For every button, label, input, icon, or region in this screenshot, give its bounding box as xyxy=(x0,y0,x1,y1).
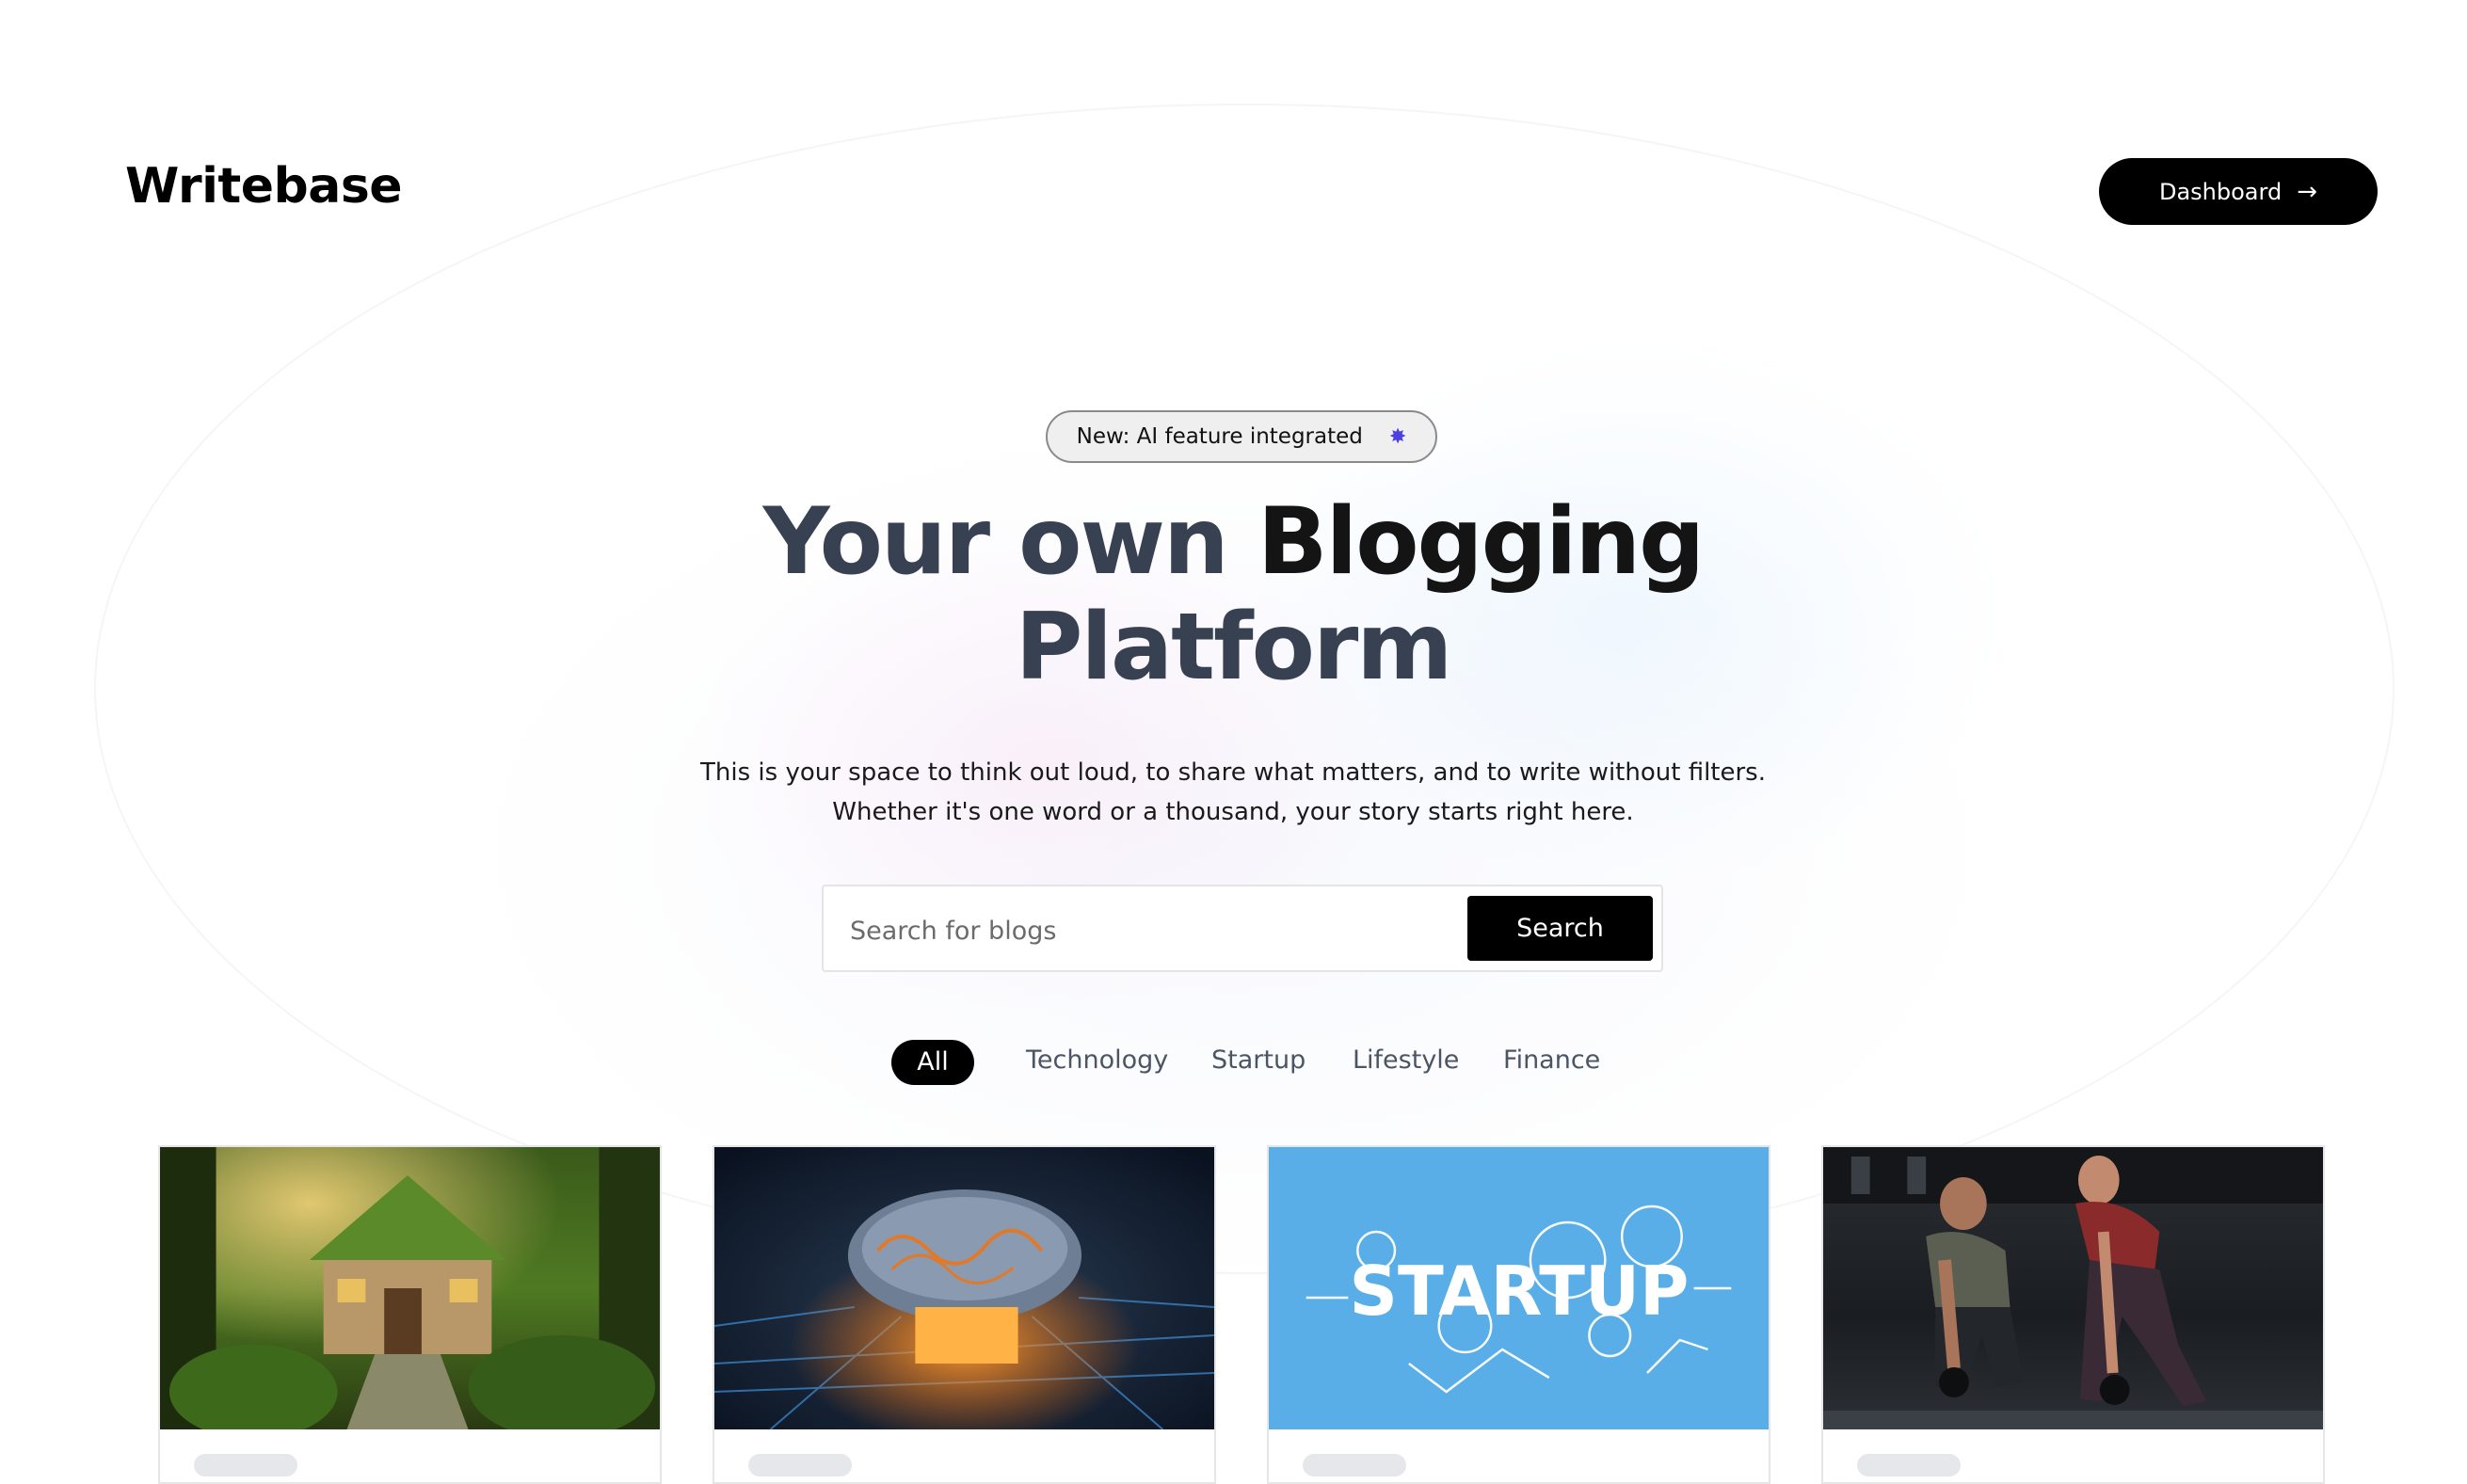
arrow-right-icon: → xyxy=(2297,177,2317,206)
filter-technology[interactable]: Technology xyxy=(1026,1037,1168,1084)
ai-feature-badge[interactable]: New: AI feature integrated ✸ xyxy=(1046,410,1437,463)
blog-card[interactable] xyxy=(1821,1145,2325,1484)
sparkle-icon: ✸ xyxy=(1388,424,1407,449)
circuit-brain-image xyxy=(714,1147,1214,1429)
filter-lifestyle[interactable]: Lifestyle xyxy=(1353,1037,1459,1084)
category-chip xyxy=(748,1454,852,1476)
category-chip xyxy=(1303,1454,1406,1476)
dashboard-button[interactable]: Dashboard → xyxy=(2099,158,2378,225)
blog-card[interactable] xyxy=(713,1145,1216,1484)
search-button[interactable]: Search xyxy=(1467,896,1653,961)
startup-image-text: STARTUP xyxy=(1350,1252,1690,1331)
category-chip xyxy=(194,1454,297,1476)
hero-title: Your own Blogging Platform xyxy=(527,489,1939,700)
category-chip xyxy=(1857,1454,1961,1476)
filter-all[interactable]: All xyxy=(891,1040,974,1085)
kettlebell-workout-image xyxy=(1823,1147,2323,1429)
hero-title-part1: Your own xyxy=(762,488,1258,596)
forest-cottage-image xyxy=(160,1147,660,1429)
filter-startup[interactable]: Startup xyxy=(1211,1037,1306,1084)
category-filters: All Technology Startup Lifestyle Finance xyxy=(0,1037,2467,1085)
brand-logo[interactable]: Writebase xyxy=(125,158,403,215)
search-input[interactable] xyxy=(848,903,1454,958)
search-bar: Search xyxy=(822,885,1663,972)
ai-badge-label: New: AI feature integrated xyxy=(1076,424,1363,449)
dashboard-button-label: Dashboard xyxy=(2158,178,2283,205)
hero-description: This is your space to think out loud, to… xyxy=(700,758,1766,826)
hero-title-part3: Platform xyxy=(1015,594,1453,701)
blog-card[interactable]: STARTUP xyxy=(1267,1145,1770,1484)
blog-card[interactable] xyxy=(158,1145,662,1484)
startup-illustration-image: STARTUP xyxy=(1269,1147,1769,1429)
hero-title-part2: Blogging xyxy=(1257,488,1705,596)
filter-finance[interactable]: Finance xyxy=(1503,1037,1600,1084)
